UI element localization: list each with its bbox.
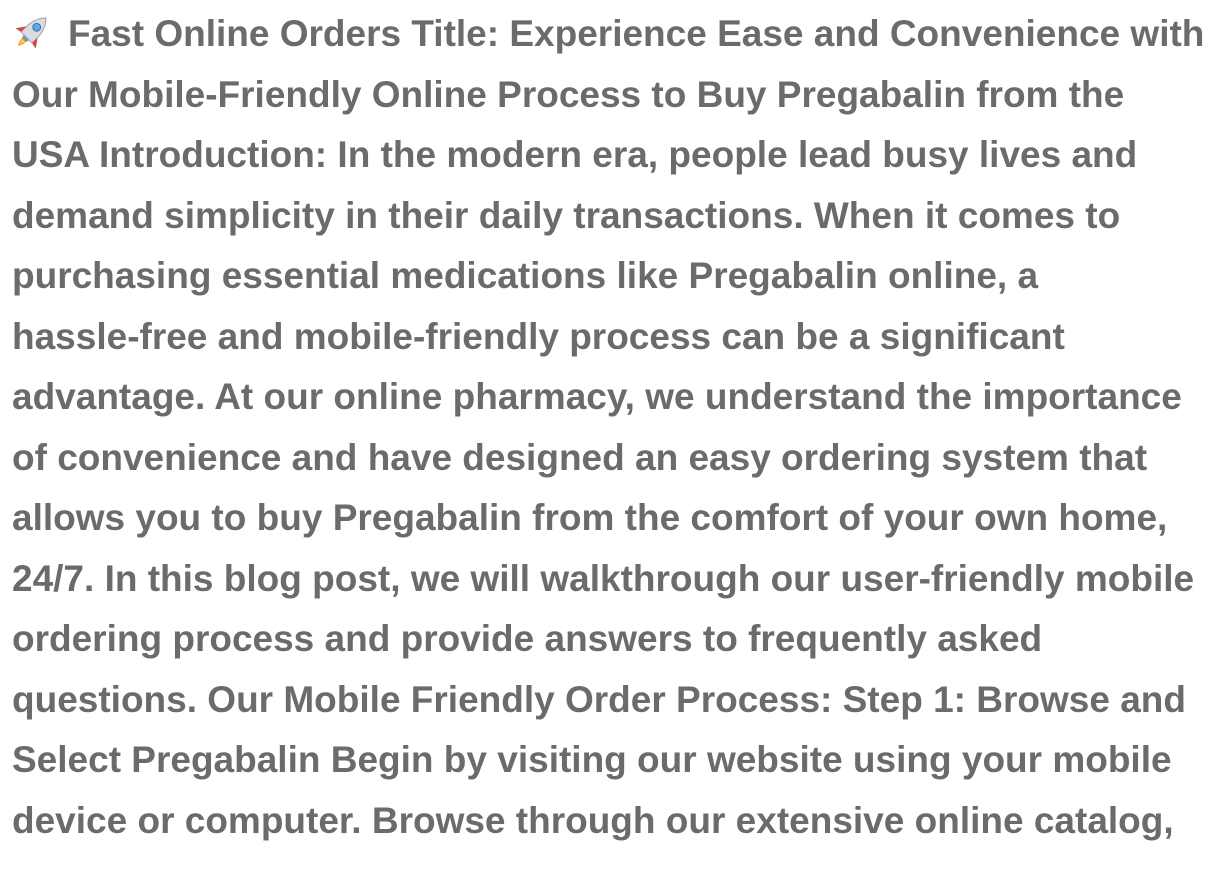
article-line-10: 24/7. In this blog post, we will walkthr… bbox=[12, 557, 1195, 599]
article-line-4: demand simplicity in their daily transac… bbox=[12, 194, 1121, 236]
article-line-14: device or computer. Browse through our e… bbox=[12, 799, 1174, 841]
article-line-11: ordering process and provide answers to … bbox=[12, 618, 1043, 659]
article-line-1: Fast Online Orders Title: Experience Eas… bbox=[12, 4, 1224, 65]
article-line-2: Our Mobile-Friendly Online Process to Bu… bbox=[12, 73, 1125, 115]
article-line-13: Select Pregabalin Begin by visiting our … bbox=[12, 739, 1172, 780]
article-text: Fast Online Orders Title: Experience Eas… bbox=[12, 4, 1224, 851]
article-line-12: questions. Our Mobile Friendly Order Pro… bbox=[12, 678, 1186, 720]
article-line-5: purchasing essential medications like Pr… bbox=[12, 255, 1039, 296]
article-line-3: USA Introduction: In the modern era, peo… bbox=[12, 134, 1138, 175]
article-line-7: advantage. At our online pharmacy, we un… bbox=[12, 376, 1182, 417]
article-line-1-text: Fast Online Orders Title: Experience Eas… bbox=[68, 13, 1205, 54]
page: Fast Online Orders Title: Experience Eas… bbox=[0, 0, 1227, 885]
article-line-6: hassle-free and mobile-friendly process … bbox=[12, 315, 1065, 357]
rocket-icon bbox=[12, 10, 54, 52]
article-line-8: of convenience and have designed an easy… bbox=[12, 436, 1148, 478]
article-line-9: allows you to buy Pregabalin from the co… bbox=[12, 497, 1168, 538]
